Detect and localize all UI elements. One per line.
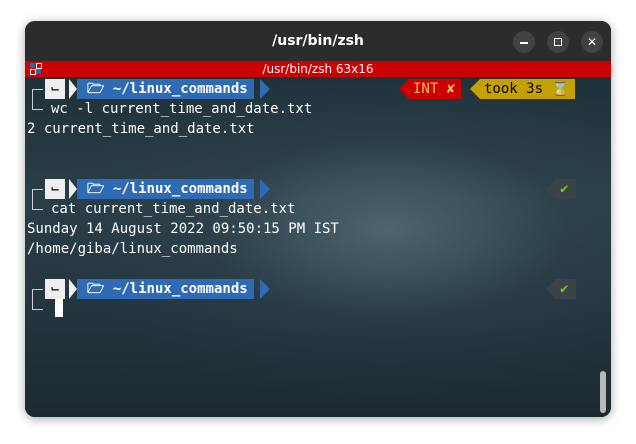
segment-separator [69, 179, 77, 199]
folder-icon: 🗁 [87, 181, 105, 197]
segment-separator [69, 79, 77, 99]
terminal-content[interactable]: ⌙ 🗁 ~/linux_commands INT ✘ took 3s ⌛ wc … [25, 77, 611, 417]
segment-separator [546, 279, 556, 299]
hourglass-icon: ⌛ [551, 81, 569, 97]
duration-label: took 3s [484, 81, 544, 97]
minimize-icon [520, 42, 528, 44]
directory-segment: 🗁 ~/linux_commands [77, 79, 254, 99]
command-line: wc -l current_time_and_date.txt [51, 101, 313, 117]
prompt-bracket-bottom [32, 199, 43, 210]
directory-path: ~/linux_commands [112, 181, 248, 197]
command-line: cat current_time_and_date.txt [51, 201, 296, 217]
output-line: 2 current_time_and_date.txt [27, 121, 255, 137]
exit-status-label: INT [413, 81, 439, 97]
segment-separator [546, 179, 556, 199]
error-cross-icon: ✘ [446, 81, 456, 97]
tmux-status-text: /usr/bin/zsh 63x16 [262, 62, 374, 76]
directory-path: ~/linux_commands [112, 281, 248, 297]
output-line: /home/giba/linux_commands [27, 241, 238, 257]
prompt-bracket-bottom [32, 99, 43, 110]
segment-separator [260, 79, 270, 99]
segment-separator [69, 279, 77, 299]
prompt-line: ⌙ 🗁 ~/linux_commands INT ✘ took 3s ⌛ [25, 79, 611, 99]
close-button[interactable]: ✕ [581, 31, 603, 53]
success-check-icon: ✔ [556, 279, 577, 299]
segment-separator [260, 179, 270, 199]
success-check-icon: ✔ [556, 179, 577, 199]
segment-separator [399, 79, 409, 99]
terminal-window: /usr/bin/zsh ✕ /usr/bin/zsh 63x16 ⌙ 🗁 ~/… [25, 21, 611, 417]
maximize-button[interactable] [547, 31, 569, 53]
directory-segment: 🗁 ~/linux_commands [77, 279, 254, 299]
os-icon: ⌙ [45, 279, 66, 299]
segment-separator [470, 79, 480, 99]
folder-icon: 🗁 [87, 281, 105, 297]
text-cursor[interactable] [55, 299, 63, 317]
maximize-icon [554, 38, 562, 46]
tmux-status-bar: /usr/bin/zsh 63x16 [25, 61, 611, 77]
scrollbar[interactable] [600, 371, 606, 413]
minimize-button[interactable] [513, 31, 535, 53]
prompt-bracket-bottom [32, 299, 43, 310]
exit-status-segment: INT ✘ [409, 79, 462, 99]
close-icon: ✕ [586, 35, 598, 49]
output-line: Sunday 14 August 2022 09:50:15 PM IST [27, 221, 339, 237]
segment-separator [260, 279, 270, 299]
prompt-line: ⌙ 🗁 ~/linux_commands ✔ [25, 179, 611, 199]
prompt-line: ⌙ 🗁 ~/linux_commands ✔ [25, 279, 611, 299]
directory-path: ~/linux_commands [112, 81, 248, 97]
directory-segment: 🗁 ~/linux_commands [77, 179, 254, 199]
title-bar[interactable]: /usr/bin/zsh ✕ [25, 21, 611, 61]
os-icon: ⌙ [45, 79, 66, 99]
duration-segment: took 3s ⌛ [480, 79, 575, 99]
os-icon: ⌙ [45, 179, 66, 199]
folder-icon: 🗁 [87, 81, 105, 97]
